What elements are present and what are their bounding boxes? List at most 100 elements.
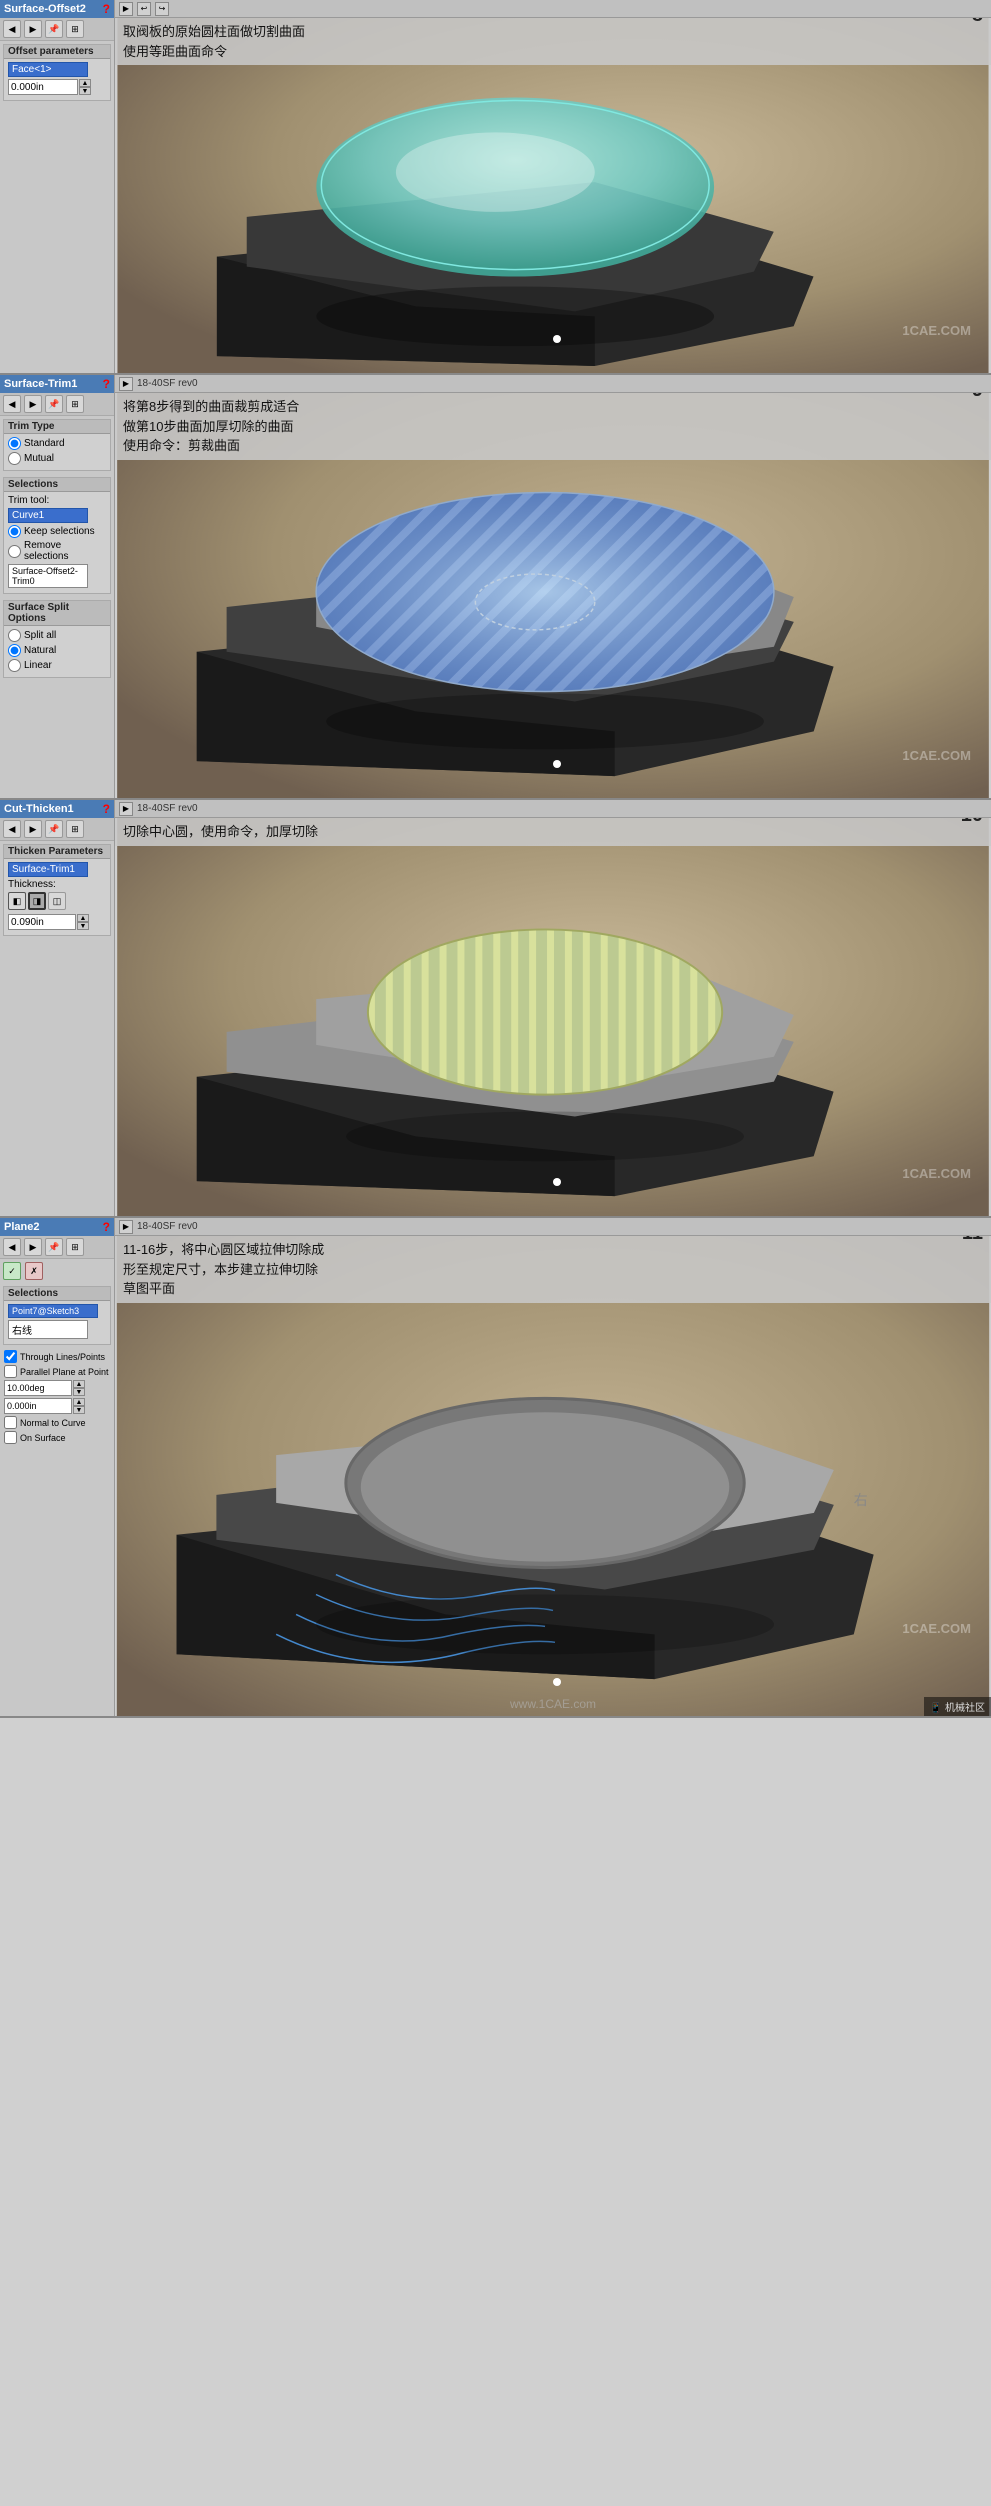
t-spinner-down[interactable]: ▼ xyxy=(77,922,89,930)
cb-normal-input[interactable] xyxy=(4,1416,17,1429)
tb11-label: 18-40SF rev0 xyxy=(137,1221,198,1232)
t-spinner-up[interactable]: ▲ xyxy=(77,914,89,922)
face-field[interactable]: Face<1> xyxy=(8,62,88,77)
offset-input[interactable] xyxy=(8,79,78,95)
d-spinner-down[interactable]: ▼ xyxy=(73,1406,85,1414)
radio-linear-input[interactable] xyxy=(8,659,21,672)
point-field[interactable]: Point7@Sketch3 xyxy=(8,1304,98,1318)
expand-btn-8[interactable]: ⊞ xyxy=(66,20,84,38)
scene-8 xyxy=(115,18,991,373)
watermark-11: 1CAE.COM xyxy=(902,1621,971,1636)
spinner-down[interactable]: ▼ xyxy=(79,87,91,95)
accept-cancel-row: ✓ ✗ xyxy=(0,1259,114,1283)
instr-line1-11: 11-16步，将中心圆区域拉伸切除成 xyxy=(123,1240,983,1260)
radio-standard-input[interactable] xyxy=(8,437,21,450)
back-btn-9[interactable]: ◀ xyxy=(3,395,21,413)
surface-trim-field[interactable]: Surface-Offset2-Trim0 xyxy=(8,564,88,588)
back-btn-10[interactable]: ◀ xyxy=(3,820,21,838)
group-title-thicken: Thicken Parameters xyxy=(4,845,110,859)
radio-split-all-input[interactable] xyxy=(8,629,21,642)
main-area-10: ▶ 18-40SF rev0 xyxy=(115,800,991,1216)
toolbar-9: ◀ ▶ 📌 ⊞ xyxy=(0,393,114,416)
radio-mutual-input[interactable] xyxy=(8,452,21,465)
expand-btn-9[interactable]: ⊞ xyxy=(66,395,84,413)
pin-btn-10[interactable]: 📌 xyxy=(45,820,63,838)
fwd-btn-10[interactable]: ▶ xyxy=(24,820,42,838)
angle-row: ▲ ▼ xyxy=(4,1380,110,1396)
dist-spinner[interactable]: ▲ ▼ xyxy=(73,1398,85,1414)
accept-btn[interactable]: ✓ xyxy=(3,1262,21,1280)
dist-input[interactable] xyxy=(4,1398,72,1414)
pin-btn-9[interactable]: 📌 xyxy=(45,395,63,413)
pin-btn-11[interactable]: 📌 xyxy=(45,1238,63,1256)
trim-tool-label: Trim tool: xyxy=(8,495,106,506)
radio-natural-input[interactable] xyxy=(8,644,21,657)
radio-linear-label: Linear xyxy=(24,660,52,671)
fwd-btn-11[interactable]: ▶ xyxy=(24,1238,42,1256)
tb10-btn1[interactable]: ▶ xyxy=(119,802,133,816)
angle-spinner[interactable]: ▲ ▼ xyxy=(73,1380,85,1396)
cancel-btn[interactable]: ✗ xyxy=(25,1262,43,1280)
scene-10 xyxy=(115,818,991,1216)
expand-btn-10[interactable]: ⊞ xyxy=(66,820,84,838)
radio-standard: Standard xyxy=(8,437,106,450)
back-btn-8[interactable]: ◀ xyxy=(3,20,21,38)
thickness-label: Thickness: xyxy=(8,879,106,890)
close-icon-9[interactable]: ? xyxy=(103,377,110,391)
instruction-10: 切除中心圆，使用命令，加厚切除 xyxy=(115,818,991,846)
cb-through-lines-input[interactable] xyxy=(4,1350,17,1363)
watermark-8: 1CAE.COM xyxy=(902,323,971,338)
tb9-btn1[interactable]: ▶ xyxy=(119,377,133,391)
group-selections-11: Selections Point7@Sketch3 右线 xyxy=(3,1286,111,1345)
a-spinner-down[interactable]: ▼ xyxy=(73,1388,85,1396)
tb-btn1[interactable]: ▶ xyxy=(119,2,133,16)
cb-parallel: Parallel Plane at Point xyxy=(4,1365,110,1378)
back-btn-11[interactable]: ◀ xyxy=(3,1238,21,1256)
edge-field[interactable]: 右线 xyxy=(8,1320,88,1339)
instr-line1-10: 切除中心圆，使用命令，加厚切除 xyxy=(123,822,983,842)
group-trim-type: Trim Type Standard Mutual xyxy=(3,419,111,471)
tb11-btn1[interactable]: ▶ xyxy=(119,1220,133,1234)
dir2-btn[interactable]: ◨ xyxy=(28,892,46,910)
tb10-label: 18-40SF rev0 xyxy=(137,803,198,814)
scene-svg-8 xyxy=(115,18,991,373)
top-bar-10: ▶ 18-40SF rev0 xyxy=(115,800,991,818)
toolbar-8: ◀ ▶ 📌 ⊞ xyxy=(0,18,114,41)
fwd-btn-8[interactable]: ▶ xyxy=(24,20,42,38)
dot-marker-11 xyxy=(553,1678,561,1686)
dot-marker-10 xyxy=(553,1178,561,1186)
angle-input[interactable] xyxy=(4,1380,72,1396)
dir1-btn[interactable]: ◧ xyxy=(8,892,26,910)
expand-btn-11[interactable]: ⊞ xyxy=(66,1238,84,1256)
cb-parallel-input[interactable] xyxy=(4,1365,17,1378)
instr-line1-8: 取阀板的原始圆柱面做切割曲面 xyxy=(123,22,983,42)
fwd-btn-9[interactable]: ▶ xyxy=(24,395,42,413)
checkboxes-11: Through Lines/Points Parallel Plane at P… xyxy=(0,1348,114,1448)
close-icon-8[interactable]: ? xyxy=(103,2,110,16)
spinner-up[interactable]: ▲ xyxy=(79,79,91,87)
instruction-11: 11-16步，将中心圆区域拉伸切除成 形至规定尺寸，本步建立拉伸切除 草图平面 xyxy=(115,1236,991,1303)
both-btn[interactable]: ◫ xyxy=(48,892,66,910)
watermark-10: 1CAE.COM xyxy=(902,1166,971,1181)
d-spinner-up[interactable]: ▲ xyxy=(73,1398,85,1406)
tb-btn3[interactable]: ↪ xyxy=(155,2,169,16)
group-title-trim: Trim Type xyxy=(4,420,110,434)
radio-remove-input[interactable] xyxy=(8,545,21,558)
close-icon-10[interactable]: ? xyxy=(103,802,110,816)
thickness-spinner[interactable]: ▲ ▼ xyxy=(77,914,89,930)
scene-svg-10 xyxy=(115,818,991,1216)
radio-keep-input[interactable] xyxy=(8,525,21,538)
thickness-input[interactable] xyxy=(8,914,76,930)
a-spinner-up[interactable]: ▲ xyxy=(73,1380,85,1388)
curve-field[interactable]: Curve1 xyxy=(8,508,88,523)
tb-btn2[interactable]: ↩ xyxy=(137,2,151,16)
surface-trim1-field[interactable]: Surface-Trim1 xyxy=(8,862,88,877)
sidebar-title-label: Surface-Offset2 xyxy=(4,3,86,15)
pin-btn-8[interactable]: 📌 xyxy=(45,20,63,38)
sidebar-9: Surface-Trim1 ? ◀ ▶ 📌 ⊞ Trim Type Standa… xyxy=(0,375,115,798)
section-10: Cut-Thicken1 ? ◀ ▶ 📌 ⊞ Thicken Parameter… xyxy=(0,800,991,1218)
cb-surface-input[interactable] xyxy=(4,1431,17,1444)
offset-spinner[interactable]: ▲ ▼ xyxy=(79,79,91,95)
close-icon-11[interactable]: ? xyxy=(103,1220,110,1234)
group-title-sel11: Selections xyxy=(4,1287,110,1301)
